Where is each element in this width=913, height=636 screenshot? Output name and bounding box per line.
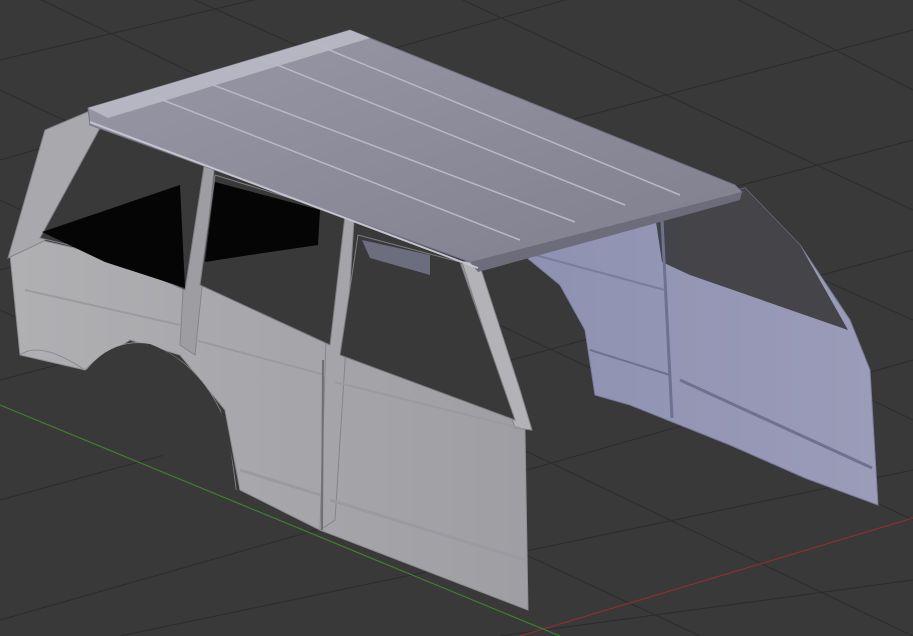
3d-viewport[interactable] (0, 0, 913, 636)
viewport-canvas[interactable] (0, 0, 913, 636)
x-axis-line (519, 517, 913, 636)
